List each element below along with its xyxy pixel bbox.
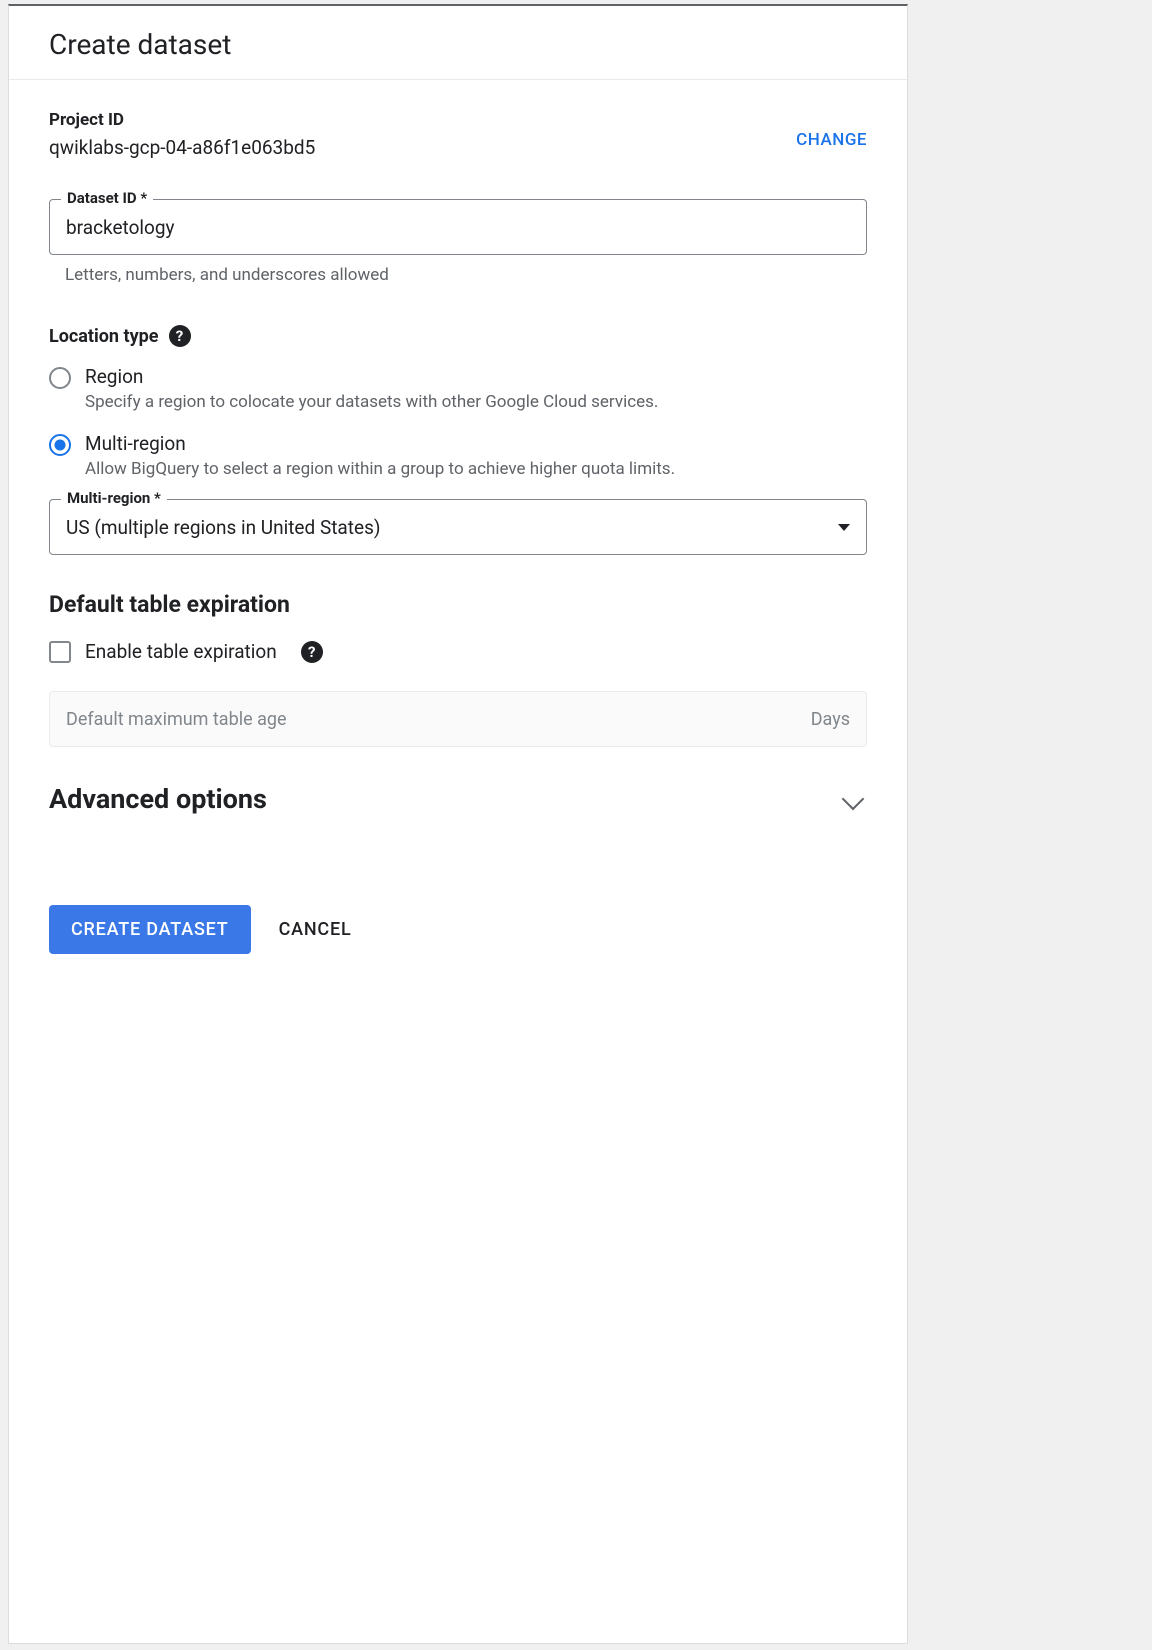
multi-region-label: Multi-region *: [61, 489, 167, 507]
change-project-button[interactable]: CHANGE: [796, 130, 867, 150]
create-dataset-panel: Create dataset Project ID qwiklabs-gcp-0…: [8, 4, 908, 1644]
location-type-radio-group: Region Specify a region to colocate your…: [49, 365, 867, 479]
panel-header: Create dataset: [9, 6, 907, 80]
radio-label: Multi-region: [85, 432, 675, 455]
radio-region[interactable]: Region Specify a region to colocate your…: [49, 365, 867, 412]
create-dataset-button[interactable]: CREATE DATASET: [49, 905, 251, 954]
radio-label: Region: [85, 365, 658, 388]
panel-content: Project ID qwiklabs-gcp-04-a86f1e063bd5 …: [9, 80, 907, 954]
project-id-value: qwiklabs-gcp-04-a86f1e063bd5: [49, 136, 315, 159]
advanced-options-toggle[interactable]: Advanced options: [49, 783, 867, 815]
expiration-heading: Default table expiration: [49, 591, 867, 618]
dataset-id-helper: Letters, numbers, and underscores allowe…: [49, 265, 867, 285]
dataset-id-input[interactable]: [49, 199, 867, 255]
dataset-id-label: Dataset ID *: [61, 189, 153, 207]
page-title: Create dataset: [49, 28, 867, 61]
multi-region-field: Multi-region * US (multiple regions in U…: [49, 499, 867, 555]
enable-expiration-row: Enable table expiration ?: [49, 640, 867, 663]
help-icon[interactable]: ?: [301, 641, 323, 663]
enable-expiration-checkbox[interactable]: [49, 641, 71, 663]
chevron-down-icon: [838, 524, 850, 531]
advanced-options-heading: Advanced options: [49, 783, 267, 815]
location-type-heading: Location type ?: [49, 325, 867, 347]
max-table-age-placeholder: Default maximum table age: [66, 709, 287, 730]
radio-icon: [49, 434, 71, 456]
radio-icon: [49, 367, 71, 389]
multi-region-select[interactable]: US (multiple regions in United States): [49, 499, 867, 555]
max-table-age-field: Default maximum table age Days: [49, 691, 867, 747]
radio-desc: Allow BigQuery to select a region within…: [85, 459, 675, 479]
action-buttons: CREATE DATASET CANCEL: [49, 905, 867, 954]
project-row: Project ID qwiklabs-gcp-04-a86f1e063bd5 …: [49, 110, 867, 159]
max-table-age-suffix: Days: [811, 709, 850, 730]
radio-desc: Specify a region to colocate your datase…: [85, 392, 658, 412]
multi-region-value: US (multiple regions in United States): [66, 516, 380, 539]
enable-expiration-label: Enable table expiration: [85, 640, 277, 663]
cancel-button[interactable]: CANCEL: [279, 919, 352, 940]
radio-multi-region[interactable]: Multi-region Allow BigQuery to select a …: [49, 432, 867, 479]
dataset-id-field: Dataset ID *: [49, 199, 867, 255]
project-id-label: Project ID: [49, 110, 315, 130]
help-icon[interactable]: ?: [169, 325, 191, 347]
chevron-down-icon: [842, 788, 865, 811]
